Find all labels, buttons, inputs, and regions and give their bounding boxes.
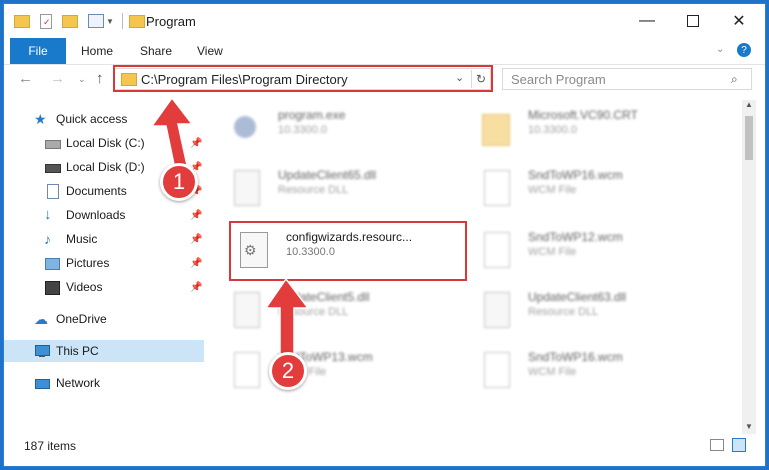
explorer-window: ✓ ▼ Program — ✕ File Home Share View ⌄ ?… (3, 3, 766, 467)
callout-2: 2 (269, 352, 307, 390)
arrow-2-icon (264, 277, 310, 355)
callout-1: 1 (160, 163, 198, 201)
arrow-1-icon (150, 96, 194, 175)
annotation-arrows (150, 96, 310, 355)
